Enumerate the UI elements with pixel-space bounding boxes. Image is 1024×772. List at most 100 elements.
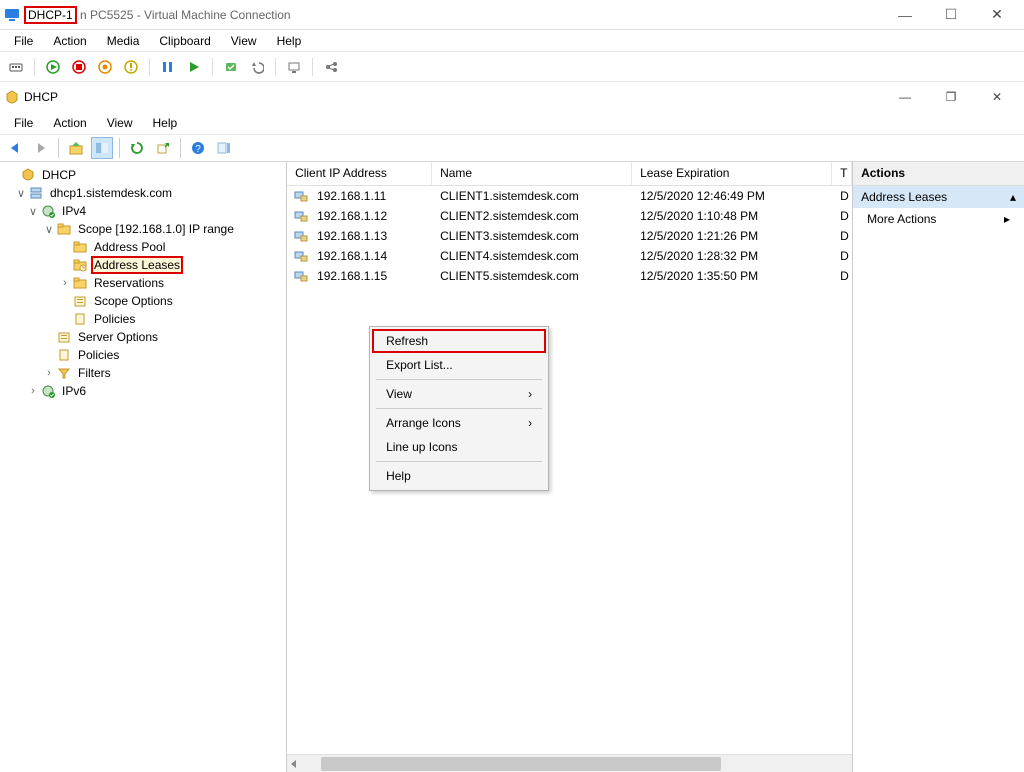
lease-icon	[293, 188, 309, 204]
address-pool-icon	[72, 239, 88, 255]
cell-name: CLIENT5.sistemdesk.com	[432, 268, 632, 284]
tree-scope[interactable]: ∨ Scope [192.168.1.0] IP range	[2, 220, 284, 238]
vm-minimize-button[interactable]: —	[882, 0, 928, 30]
tree-ipv4[interactable]: ∨ IPv4	[2, 202, 284, 220]
vm-save-icon[interactable]	[121, 57, 141, 77]
actions-more[interactable]: More Actions ▸	[853, 208, 1024, 230]
up-icon[interactable]	[65, 137, 87, 159]
vm-menu-media[interactable]: Media	[99, 32, 148, 50]
vm-name-highlight: DHCP-1	[24, 6, 77, 24]
expander-icon[interactable]: ›	[26, 385, 40, 397]
policies-icon	[72, 311, 88, 327]
ctx-arrange[interactable]: Arrange Icons›	[372, 411, 546, 435]
refresh-icon[interactable]	[126, 137, 148, 159]
col-client-ip[interactable]: Client IP Address	[287, 162, 432, 185]
col-lease-exp[interactable]: Lease Expiration	[632, 162, 832, 185]
lease-icon	[293, 228, 309, 244]
ctx-refresh[interactable]: Refresh	[372, 329, 546, 353]
tree-pane[interactable]: DHCP ∨ dhcp1.sistemdesk.com ∨ IPv4 ∨ Sco…	[0, 162, 287, 772]
mmc-minimize-button[interactable]: —	[882, 85, 928, 109]
expander-icon[interactable]: ∨	[14, 187, 28, 200]
mmc-menu-help[interactable]: Help	[145, 114, 186, 132]
help-icon[interactable]: ?	[187, 137, 209, 159]
cell-ip: 192.168.1.13	[309, 228, 432, 244]
tree-ipv6[interactable]: › IPv6	[2, 382, 284, 400]
ctx-view[interactable]: View›	[372, 382, 546, 406]
mmc-menu-view[interactable]: View	[99, 114, 141, 132]
col-name[interactable]: Name	[432, 162, 632, 185]
vm-checkpoint-icon[interactable]	[221, 57, 241, 77]
vm-shutdown-icon[interactable]	[95, 57, 115, 77]
vm-menu-help[interactable]: Help	[269, 32, 310, 50]
list-row[interactable]: 192.168.1.13CLIENT3.sistemdesk.com12/5/2…	[287, 226, 852, 246]
horizontal-scrollbar[interactable]	[287, 754, 852, 772]
col-type[interactable]: T	[832, 162, 852, 185]
cell-lease: 12/5/2020 1:21:26 PM	[632, 228, 832, 244]
tree-server-options[interactable]: Server Options	[2, 328, 284, 346]
tree-reservations[interactable]: › Reservations	[2, 274, 284, 292]
vm-turnoff-icon[interactable]	[69, 57, 89, 77]
tree-address-leases[interactable]: Address Leases	[2, 256, 284, 274]
tree-policies[interactable]: Policies	[2, 310, 284, 328]
ctx-export[interactable]: Export List...	[372, 353, 546, 377]
cell-ip: 192.168.1.14	[309, 248, 432, 264]
cell-type: D	[832, 248, 852, 264]
cell-ip: 192.168.1.11	[309, 188, 432, 204]
vm-menu-view[interactable]: View	[223, 32, 265, 50]
dhcp-root-icon	[20, 167, 36, 183]
list-row[interactable]: 192.168.1.15CLIENT5.sistemdesk.com12/5/2…	[287, 266, 852, 286]
vm-menu-action[interactable]: Action	[45, 32, 94, 50]
forward-icon[interactable]	[30, 137, 52, 159]
ctx-lineup[interactable]: Line up Icons	[372, 435, 546, 459]
actions-group[interactable]: Address Leases ▴	[853, 186, 1024, 208]
server-options-icon	[56, 329, 72, 345]
list-pane: Client IP Address Name Lease Expiration …	[287, 162, 853, 772]
cell-name: CLIENT2.sistemdesk.com	[432, 208, 632, 224]
tree-scope-options[interactable]: Scope Options	[2, 292, 284, 310]
show-hide-tree-icon[interactable]	[91, 137, 113, 159]
vm-ctrl-alt-del-icon[interactable]	[6, 57, 26, 77]
mmc-close-button[interactable]: ✕	[974, 85, 1020, 109]
list-row[interactable]: 192.168.1.11CLIENT1.sistemdesk.com12/5/2…	[287, 186, 852, 206]
export-icon[interactable]	[152, 137, 174, 159]
tree-policies-global[interactable]: Policies	[2, 346, 284, 364]
scroll-thumb[interactable]	[321, 757, 721, 771]
actions-pane: Actions Address Leases ▴ More Actions ▸	[853, 162, 1024, 772]
list-row[interactable]: 192.168.1.12CLIENT2.sistemdesk.com12/5/2…	[287, 206, 852, 226]
expander-icon[interactable]: ∨	[42, 223, 56, 236]
ctx-help[interactable]: Help	[372, 464, 546, 488]
vm-menu-file[interactable]: File	[6, 32, 41, 50]
show-hide-action-icon[interactable]	[213, 137, 235, 159]
mmc-titlebar: DHCP — ❐ ✕	[0, 82, 1024, 112]
expander-icon[interactable]: ›	[58, 277, 72, 289]
back-icon[interactable]	[4, 137, 26, 159]
cell-name: CLIENT3.sistemdesk.com	[432, 228, 632, 244]
expander-icon[interactable]: ›	[42, 367, 56, 379]
vm-reset-icon[interactable]	[184, 57, 204, 77]
vm-title: DHCP-1 n PC5525 - Virtual Machine Connec…	[24, 8, 291, 22]
vm-revert-icon[interactable]	[247, 57, 267, 77]
vm-maximize-button[interactable]: ☐	[928, 0, 974, 30]
mmc-menu-file[interactable]: File	[6, 114, 41, 132]
tree-filters[interactable]: › Filters	[2, 364, 284, 382]
mmc-title: DHCP	[24, 90, 58, 104]
vm-pause-icon[interactable]	[158, 57, 178, 77]
vm-menu-clipboard[interactable]: Clipboard	[151, 32, 218, 50]
tree-server[interactable]: ∨ dhcp1.sistemdesk.com	[2, 184, 284, 202]
expander-icon[interactable]: ∨	[26, 205, 40, 218]
tree-root[interactable]: DHCP	[2, 166, 284, 184]
vm-share-icon[interactable]	[321, 57, 341, 77]
vm-enhanced-session-icon[interactable]	[284, 57, 304, 77]
cell-lease: 12/5/2020 1:28:32 PM	[632, 248, 832, 264]
mmc-menu-action[interactable]: Action	[45, 114, 94, 132]
scroll-left-icon[interactable]	[287, 757, 301, 771]
collapse-icon[interactable]: ▴	[1010, 190, 1016, 204]
ipv6-icon	[40, 383, 56, 399]
list-row[interactable]: 192.168.1.14CLIENT4.sistemdesk.com12/5/2…	[287, 246, 852, 266]
vm-close-button[interactable]: ✕	[974, 0, 1020, 30]
cell-type: D	[832, 228, 852, 244]
vm-start-icon[interactable]	[43, 57, 63, 77]
lease-icon	[293, 268, 309, 284]
mmc-restore-button[interactable]: ❐	[928, 85, 974, 109]
tree-address-pool[interactable]: Address Pool	[2, 238, 284, 256]
